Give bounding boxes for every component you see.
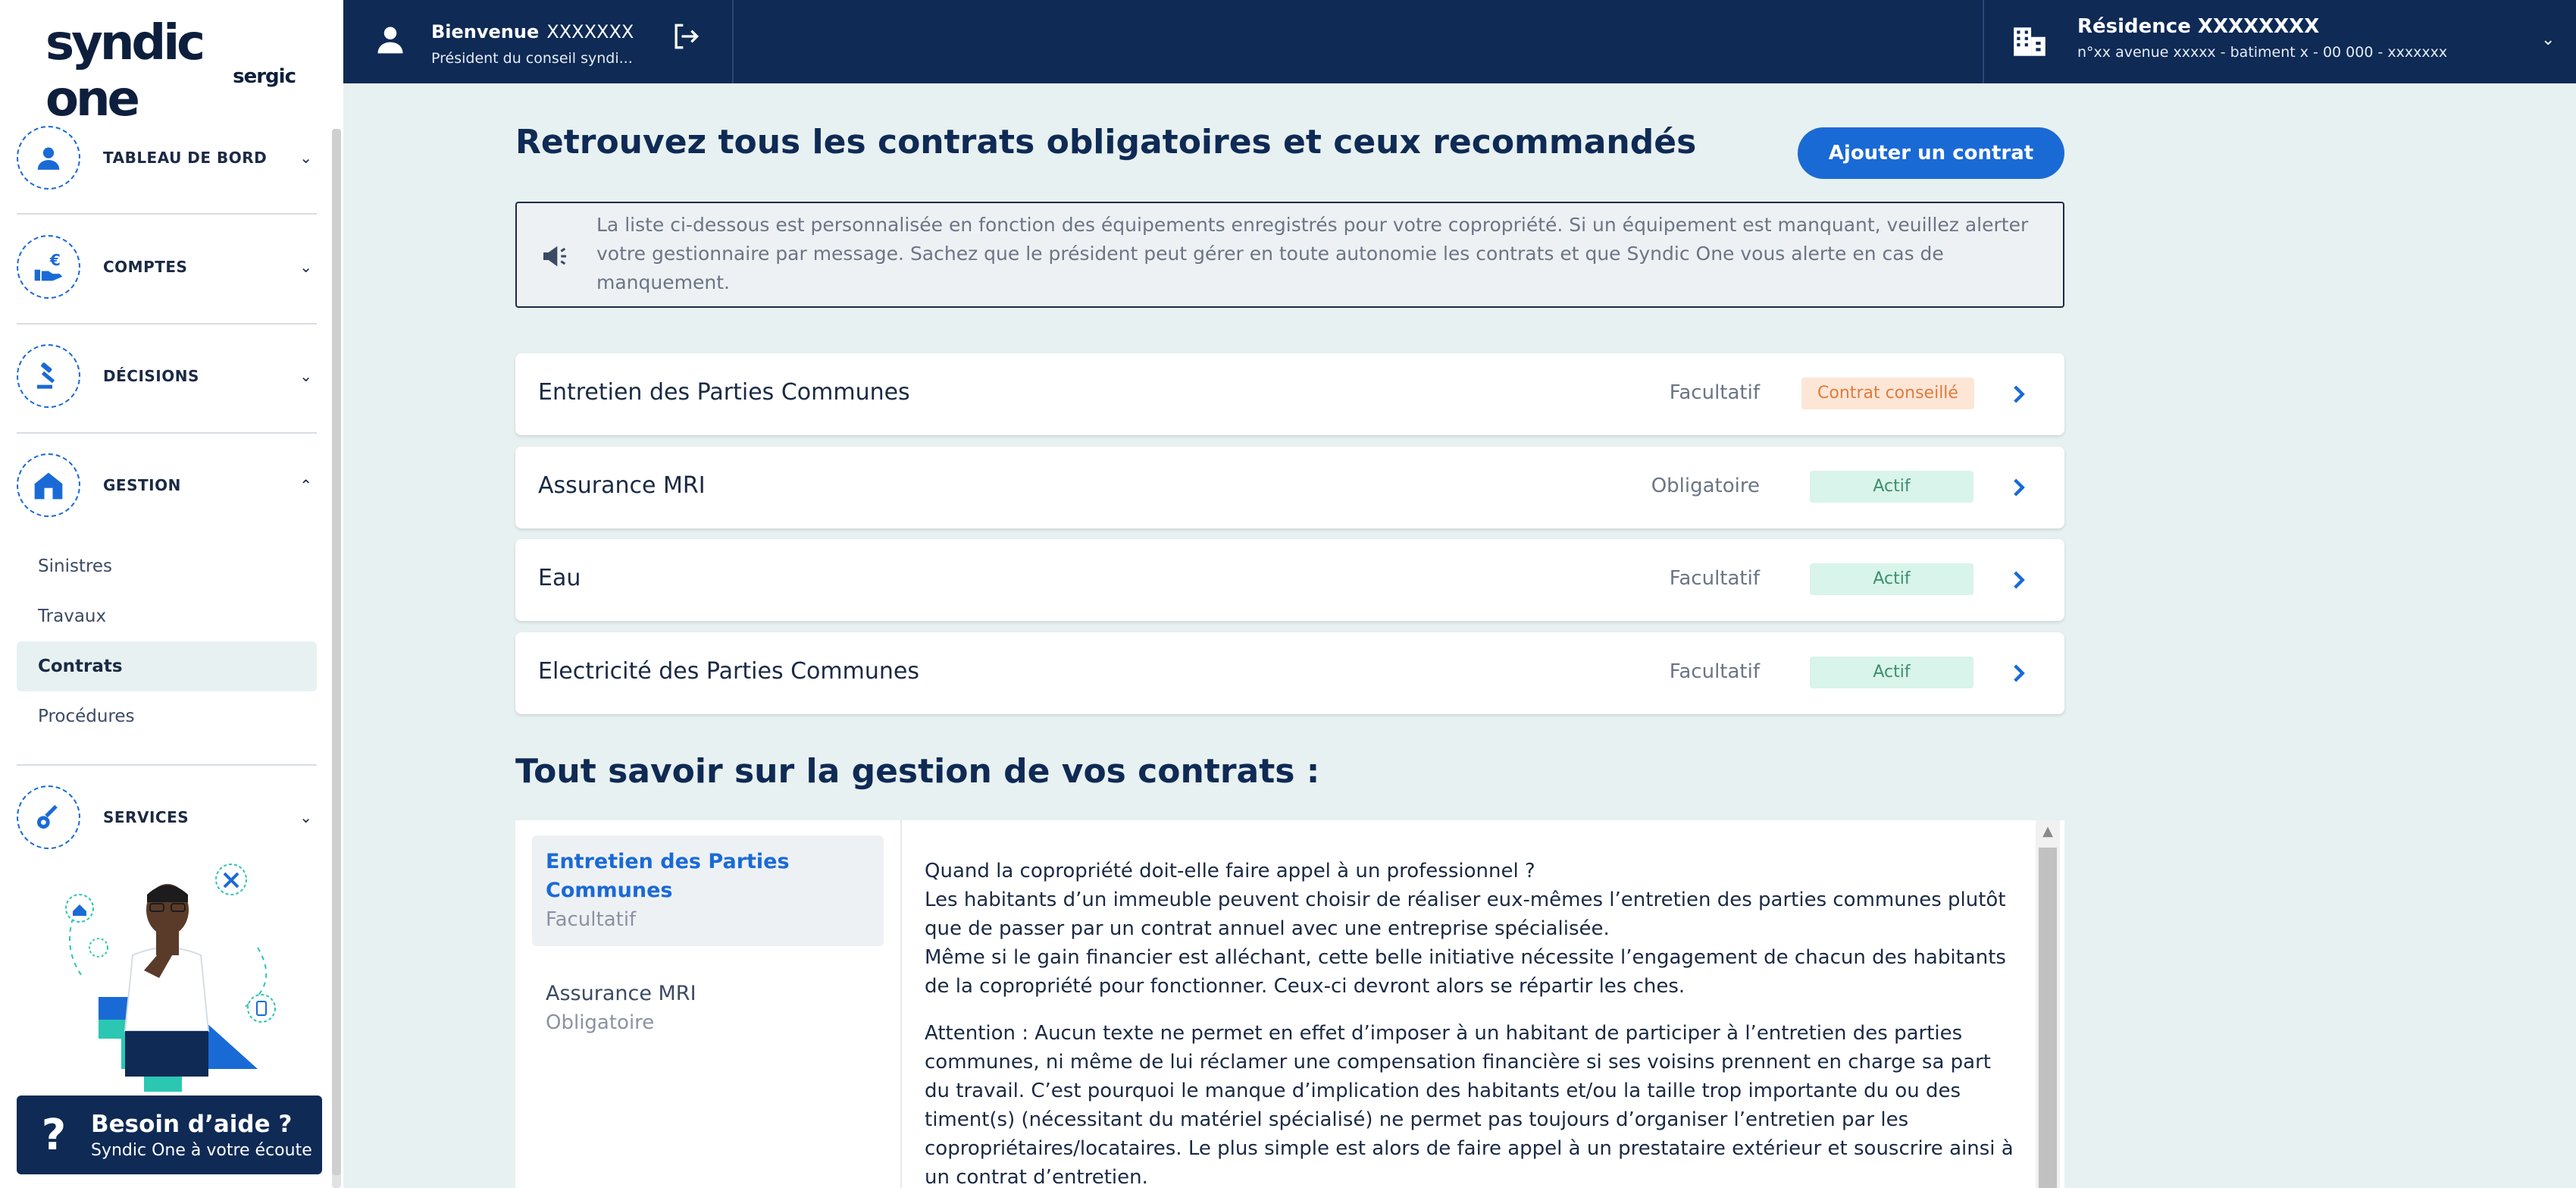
contract-type: Facultatif <box>1669 660 1760 683</box>
guide-content: Quand la copropriété doit-elle faire app… <box>925 857 2016 1188</box>
section-title: Tout savoir sur la gestion de vos contra… <box>515 752 1320 791</box>
residence-selector[interactable]: Résidence XXXXXXXX n°xx avenue xxxxx - b… <box>2011 15 2447 61</box>
logo-sub-text: sergic <box>233 65 296 88</box>
thinking-person-illustration <box>65 864 276 1092</box>
help-button[interactable]: ? Besoin d’aide ? Syndic One à votre éco… <box>17 1096 322 1174</box>
status-badge: Actif <box>1810 657 1973 688</box>
guide-item-title: Entretien des Parties Communes <box>546 850 790 902</box>
add-contract-button[interactable]: Ajouter un contrat <box>1798 127 2064 179</box>
contract-name: Entretien des Parties Communes <box>538 379 910 406</box>
chevron-down-icon: ⌄ <box>299 808 312 826</box>
welcome-label: Bienvenue <box>431 21 540 42</box>
logout-icon[interactable] <box>669 20 703 53</box>
euro-hand-icon: € <box>17 235 80 299</box>
info-box: La liste ci-dessous est personnalisée en… <box>515 202 2064 308</box>
sub-item-sinistres[interactable]: Sinistres <box>17 541 317 591</box>
chevron-up-icon: ⌃ <box>299 476 312 494</box>
guide-panel: Entretien des Parties Communes Facultati… <box>515 820 2064 1188</box>
svg-text:€: € <box>49 251 61 269</box>
menu-label: COMPTES <box>103 258 188 276</box>
megaphone-icon <box>543 246 566 267</box>
chevron-down-icon: ⌄ <box>299 149 312 167</box>
info-text: La liste ci-dessous est personnalisée en… <box>596 214 2029 293</box>
contract-row[interactable]: Eau Facultatif Actif <box>515 539 2064 621</box>
contract-row[interactable]: Electricité des Parties Communes Faculta… <box>515 632 2064 714</box>
guide-text-line: Quand la copropriété doit-elle faire app… <box>925 860 1535 882</box>
user-icon <box>377 27 403 54</box>
menu-label: DÉCISIONS <box>103 367 199 385</box>
chevron-right-icon[interactable] <box>2008 565 2031 595</box>
sidebar-scrollbar[interactable] <box>332 129 341 1188</box>
contract-name: Eau <box>538 565 581 591</box>
sub-item-contrats[interactable]: Contrats <box>17 641 317 691</box>
sidebar: syndic one sergic TABLEAU DE BORD ⌄ € CO… <box>0 0 343 1188</box>
guide-scrollbar[interactable]: ▲ <box>2036 820 2060 1188</box>
status-badge: Actif <box>1810 471 1973 503</box>
guide-item[interactable]: Assurance MRI Obligatoire <box>532 967 884 1049</box>
guide-item-subtitle: Facultatif <box>546 908 637 931</box>
guide-paragraph: Attention : Aucun texte ne permet en eff… <box>925 1019 2016 1188</box>
chevron-right-icon[interactable] <box>2008 379 2031 409</box>
menu-label: SERVICES <box>103 808 189 826</box>
menu-item-decisions[interactable]: DÉCISIONS ⌄ <box>17 321 317 431</box>
building-icon <box>2014 27 2045 56</box>
menu-item-comptes[interactable]: € COMPTES ⌄ <box>17 212 317 321</box>
menu-label: TABLEAU DE BORD <box>103 149 268 167</box>
sub-item-travaux[interactable]: Travaux <box>17 591 317 641</box>
menu-item-services[interactable]: SERVICES ⌄ <box>17 763 317 872</box>
gavel-icon <box>17 344 80 408</box>
residence-address: n°xx avenue xxxxx - batiment x - 00 000 … <box>2077 44 2448 61</box>
contract-row[interactable]: Entretien des Parties Communes Facultati… <box>515 353 2064 435</box>
contract-type: Facultatif <box>1669 381 1760 404</box>
key-icon <box>17 785 80 849</box>
chevron-down-icon: ⌄ <box>299 367 312 385</box>
chevron-right-icon[interactable] <box>2008 472 2031 503</box>
guide-item-subtitle: Obligatoire <box>546 1011 655 1034</box>
guide-text-line: Attention : Aucun texte ne permet en eff… <box>925 1022 2014 1188</box>
guide-scrollbar-thumb[interactable] <box>2039 848 2057 1188</box>
guide-nav: Entretien des Parties Communes Facultati… <box>515 820 902 1188</box>
syndic-one-logo[interactable]: syndic one sergic <box>45 15 296 127</box>
sub-item-procedures[interactable]: Procédures <box>17 691 317 741</box>
menu-item-gestion[interactable]: GESTION ⌃ <box>17 431 317 540</box>
menu-item-tableau-de-bord[interactable]: TABLEAU DE BORD ⌄ <box>17 103 317 212</box>
help-title: Besoin d’aide ? <box>91 1110 293 1138</box>
chevron-down-icon[interactable]: ⌄ <box>2541 30 2555 49</box>
user-icon <box>17 126 80 190</box>
page-title: Retrouvez tous les contrats obligatoires… <box>515 123 1697 161</box>
status-badge: Actif <box>1810 563 1973 595</box>
residence-title: Résidence XXXXXXXX <box>2077 15 2320 38</box>
guide-item-title: Assurance MRI <box>546 982 696 1005</box>
topbar-divider <box>732 0 734 83</box>
house-icon <box>17 453 80 517</box>
guide-text-line: Même si le gain financier est alléchant,… <box>925 946 2006 998</box>
topbar-divider <box>1983 0 1984 83</box>
sidebar-scrollbar-thumb[interactable] <box>332 129 341 1175</box>
user-role: Président du conseil syndi... <box>431 50 633 67</box>
question-mark-icon: ? <box>41 1110 67 1160</box>
guide-item[interactable]: Entretien des Parties Communes Facultati… <box>532 835 884 946</box>
contract-row[interactable]: Assurance MRI Obligatoire Actif <box>515 447 2064 528</box>
help-subtitle: Syndic One à votre écoute <box>91 1140 312 1160</box>
user-info[interactable]: Bienvenue XXXXXXX Président du conseil sy… <box>374 21 634 67</box>
scroll-up-arrow-icon[interactable]: ▲ <box>2036 820 2060 843</box>
user-name: XXXXXXX <box>546 21 634 42</box>
guide-text-line: Les habitants d’un immeuble peuvent choi… <box>925 889 2006 940</box>
status-badge: Contrat conseillé <box>1801 378 1974 409</box>
contract-name: Electricité des Parties Communes <box>538 658 919 685</box>
chevron-right-icon[interactable] <box>2008 658 2031 688</box>
guide-paragraph: Quand la copropriété doit-elle faire app… <box>925 857 2016 1001</box>
contract-type: Obligatoire <box>1651 475 1760 497</box>
contract-name: Assurance MRI <box>538 472 706 499</box>
top-bar: Bienvenue XXXXXXX Président du conseil sy… <box>343 0 2576 83</box>
contract-type: Facultatif <box>1669 567 1760 590</box>
menu-label: GESTION <box>103 476 181 494</box>
chevron-down-icon: ⌄ <box>299 258 312 276</box>
